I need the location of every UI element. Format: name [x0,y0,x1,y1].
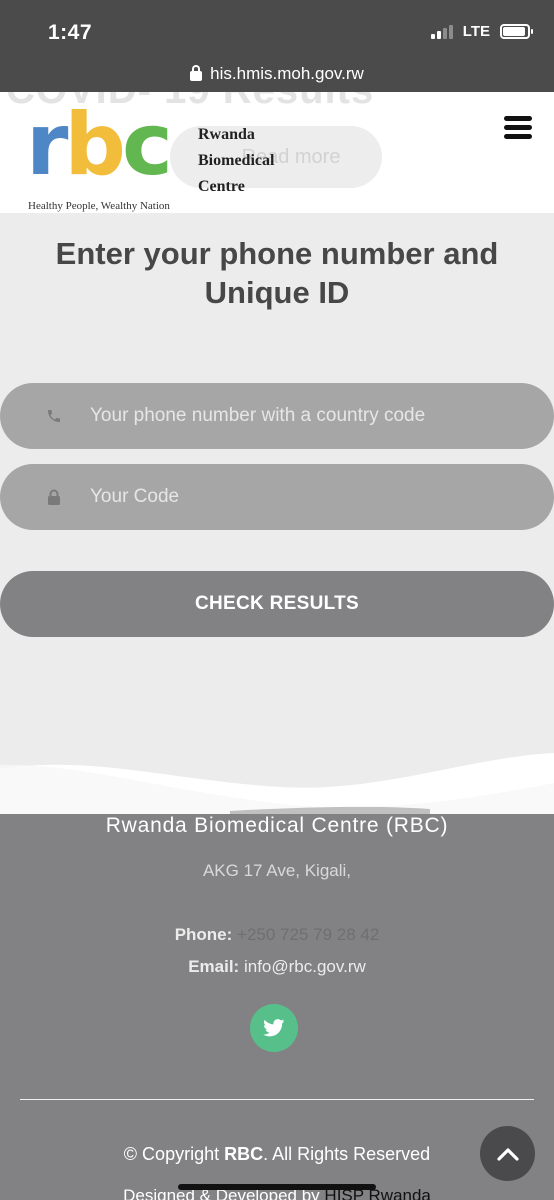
lock-icon [46,489,62,505]
footer-phone: Phone: +250 725 79 28 42 [0,925,554,945]
browser-url-bar[interactable]: his.hmis.moh.gov.rw [0,56,554,92]
copyright-text: © Copyright RBC. All Rights Reserved [0,1144,554,1165]
twitter-icon [263,1019,285,1037]
copyright-suffix: . All Rights Reserved [263,1144,431,1164]
phone-input[interactable] [90,383,534,449]
twitter-button[interactable] [250,1004,298,1052]
footer-divider [20,1099,534,1100]
heading-line: Unique ID [204,275,350,310]
site-footer: Rwanda Biomedical Centre (RBC) AKG 17 Av… [0,814,554,1200]
battery-icon [500,24,533,39]
status-time: 1:47 [48,21,93,44]
rbc-logo[interactable]: rbc Rwanda Biomedical Centre Healthy Peo… [26,102,274,212]
page-heading: Enter your phone number and Unique ID [0,234,554,312]
logo-letter-r: r [26,95,68,195]
status-bar: 1:47 LTE [0,0,554,56]
home-indicator [178,1184,376,1190]
copyright-prefix: © Copyright [123,1144,220,1164]
email-label: Email: [188,957,240,976]
email-link[interactable]: info@rbc.gov.rw [244,957,366,976]
signal-icon [430,24,453,39]
code-input[interactable] [90,464,534,530]
logo-name-line: Centre [198,178,245,195]
menu-icon[interactable] [504,116,532,139]
phone-number-link[interactable]: +250 725 79 28 42 [237,925,379,944]
logo-letter-b: b [64,95,126,195]
code-field[interactable] [0,464,554,530]
logo-tagline: Healthy People, Wealthy Nation [28,200,170,212]
url-text: his.hmis.moh.gov.rw [210,64,364,83]
status-indicators: LTE [430,23,533,40]
wave-divider [0,735,554,817]
check-results-button[interactable]: CHECK RESULTS [0,571,554,637]
footer-email: Email: info@rbc.gov.rw [0,957,554,977]
site-header: COVID- 19 Results Read more rbc Rwanda B… [0,92,554,213]
phone-label: Phone: [174,925,233,944]
network-type: LTE [462,23,490,40]
footer-address: AKG 17 Ave, Kigali, [202,861,352,880]
scroll-to-top-button[interactable] [480,1126,535,1181]
phone-icon [46,408,62,424]
copyright-brand: RBC [224,1144,264,1164]
logo-letters: rbc [26,102,173,188]
logo-name-line: Biomedical [198,152,275,169]
logo-name-line: Rwanda [198,126,255,143]
heading-line: Enter your phone number and [55,236,499,271]
phone-field[interactable] [0,383,554,449]
footer-org-name: Rwanda Biomedical Centre (RBC) [105,814,449,837]
logo-letter-c: c [121,95,173,195]
logo-org-name: Rwanda Biomedical Centre [198,122,274,200]
lock-icon [190,64,203,81]
chevron-up-icon [496,1147,519,1161]
